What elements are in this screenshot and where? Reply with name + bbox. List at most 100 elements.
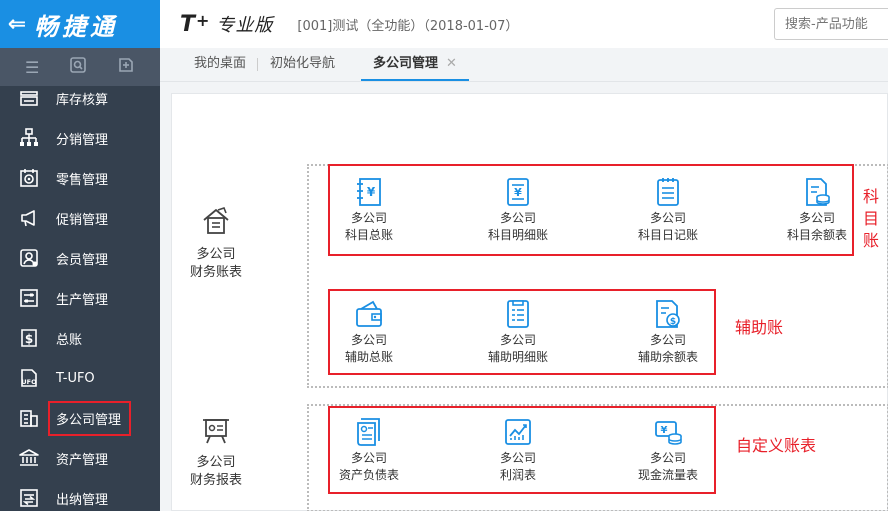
back-arrow-icon[interactable]: ⇐ — [4, 12, 30, 37]
item-report-profit[interactable]: 多公司 利润表 — [478, 416, 558, 484]
distribution-icon — [16, 127, 42, 149]
item-aux-balance[interactable]: $ 多公司 辅助余额表 — [628, 298, 708, 366]
sidebar-item-label: 资产管理 — [56, 452, 109, 468]
sidebar-item-inventory[interactable]: 库存核算 — [0, 78, 160, 118]
svg-text:¥: ¥ — [661, 425, 668, 436]
item-report-balance-sheet[interactable]: 多公司 资产负债表 — [329, 416, 409, 484]
tab-init-guide[interactable]: 初始化导航 — [258, 47, 347, 81]
sidebar-item-retail[interactable]: 零售管理 — [0, 158, 160, 198]
close-icon[interactable]: ✕ — [446, 56, 457, 71]
tab-bar: 我的桌面 初始化导航 多公司管理 ✕ — [160, 48, 888, 82]
annotation-custom: 自定义账表 — [736, 436, 817, 455]
sidebar-item-t-ufo[interactable]: UFO T-UFO — [0, 358, 160, 398]
menu-icon[interactable]: ☰ — [25, 58, 39, 77]
category-line1: 多公司 — [196, 455, 236, 470]
tab-my-desktop[interactable]: 我的桌面 — [182, 47, 259, 81]
sidebar-item-cashier[interactable]: 出纳管理 — [0, 478, 160, 511]
category-finance-reports: 多公司 财务报表 — [176, 412, 256, 490]
search-input[interactable] — [774, 8, 888, 40]
item-line1: 多公司 — [350, 211, 387, 225]
ufo-icon: UFO — [16, 367, 42, 389]
item-line2: 辅助余额表 — [637, 350, 698, 364]
content-panel: 多公司 财务账表 多公司 财务报表 ¥ 多公司 科目总账 ¥ 多公司 科目明细账… — [171, 93, 888, 511]
sidebar-item-label: 出纳管理 — [56, 492, 109, 508]
item-aux-detail-ledger[interactable]: 多公司 辅助明细账 — [478, 298, 558, 366]
tab-label: 多公司管理 — [373, 56, 439, 71]
sidebar-item-multi-company[interactable]: 多公司管理 — [0, 398, 160, 438]
header: T+ 专业版 [001]测试（全功能）（2018-01-07） — [160, 0, 888, 48]
product-edition: 专业版 — [216, 15, 274, 36]
multi-company-icon — [16, 407, 42, 429]
account-info: [001]测试（全功能）（2018-01-07） — [297, 18, 519, 34]
item-subject-journal[interactable]: 多公司 科目日记账 — [628, 176, 708, 244]
item-line2: 资产负债表 — [338, 468, 399, 482]
item-line1: 多公司 — [499, 451, 536, 465]
item-subject-general-ledger[interactable]: ¥ 多公司 科目总账 — [329, 176, 409, 244]
product-logo: T+ 专业版 — [180, 11, 273, 37]
svg-text:$: $ — [670, 317, 676, 327]
tab-label: 我的桌面 — [194, 56, 247, 71]
sidebar-item-label: 库存核算 — [56, 92, 109, 108]
sidebar-item-ledger[interactable]: $ 总账 — [0, 318, 160, 358]
production-icon — [16, 287, 42, 309]
aux-detail-icon — [507, 300, 529, 328]
annotation-char: 科 — [862, 187, 879, 206]
sidebar-item-promotion[interactable]: 促销管理 — [0, 198, 160, 238]
item-report-cashflow[interactable]: ¥ 多公司 现金流量表 — [628, 416, 708, 484]
item-line2: 科目总账 — [344, 228, 393, 242]
item-subject-detail-ledger[interactable]: ¥ 多公司 科目明细账 — [478, 176, 558, 244]
ledger-book-icon: ¥ — [357, 178, 381, 206]
promotion-icon — [16, 207, 42, 229]
item-line1: 多公司 — [350, 451, 387, 465]
category-line2: 财务报表 — [189, 473, 242, 488]
logo-letter: T — [180, 12, 197, 37]
sidebar-item-label: 生产管理 — [56, 292, 109, 308]
ledger-icon: $ — [16, 327, 42, 349]
item-subject-balance[interactable]: 多公司 科目余额表 — [777, 176, 857, 244]
item-line2: 辅助明细账 — [487, 350, 548, 364]
detail-ledger-icon: ¥ — [507, 178, 529, 206]
cashier-icon — [16, 487, 42, 509]
item-line1: 多公司 — [499, 211, 536, 225]
sidebar-item-label: 会员管理 — [56, 252, 109, 268]
item-line1: 多公司 — [649, 211, 686, 225]
sidebar-item-label: T-UFO — [56, 370, 95, 386]
cashflow-icon: ¥ — [655, 421, 682, 445]
sidebar-item-label: 多公司管理 — [48, 400, 132, 436]
logo-plus: + — [196, 11, 211, 30]
add-icon[interactable] — [117, 56, 135, 78]
search-icon[interactable] — [69, 56, 87, 78]
balance-report-icon — [357, 418, 380, 446]
sidebar-item-label: 分销管理 — [56, 132, 109, 148]
category-finance-books: 多公司 财务账表 — [176, 204, 256, 282]
annotation-char: 账 — [862, 231, 879, 250]
annotation-char: 目 — [862, 209, 879, 228]
house-document-icon — [203, 207, 229, 234]
item-aux-general-ledger[interactable]: 多公司 辅助总账 — [329, 298, 409, 366]
item-line2: 科目日记账 — [637, 228, 698, 242]
sidebar-item-member[interactable]: 会员管理 — [0, 238, 160, 278]
item-line2: 科目明细账 — [487, 228, 548, 242]
tab-multi-company[interactable]: 多公司管理 ✕ — [361, 47, 469, 81]
member-icon — [16, 247, 42, 269]
item-line2: 现金流量表 — [637, 468, 698, 482]
sidebar-item-production[interactable]: 生产管理 — [0, 278, 160, 318]
wallet-icon — [356, 300, 382, 327]
category-line2: 财务账表 — [189, 265, 242, 280]
retail-icon — [16, 167, 42, 189]
sidebar: ☰ 库存核算 分销管理 零售管理 促销管理 会员管理 生产管理 $ 总账 UFO… — [0, 48, 160, 511]
brand-title: 畅捷通 — [34, 12, 118, 41]
presentation-board-icon — [203, 419, 229, 444]
journal-icon — [657, 178, 679, 206]
item-line2: 利润表 — [499, 468, 536, 482]
annotation-subject: 科 目 账 — [862, 186, 880, 252]
item-line1: 多公司 — [798, 211, 835, 225]
svg-text:$: $ — [25, 332, 33, 346]
sidebar-item-distribution[interactable]: 分销管理 — [0, 118, 160, 158]
main-area: 多公司 财务账表 多公司 财务报表 ¥ 多公司 科目总账 ¥ 多公司 科目明细账… — [160, 82, 888, 511]
balance-sheet-icon — [806, 178, 830, 206]
profit-chart-icon — [505, 419, 531, 445]
sidebar-item-asset[interactable]: 资产管理 — [0, 438, 160, 478]
category-line1: 多公司 — [196, 247, 236, 262]
item-line1: 多公司 — [499, 333, 536, 347]
